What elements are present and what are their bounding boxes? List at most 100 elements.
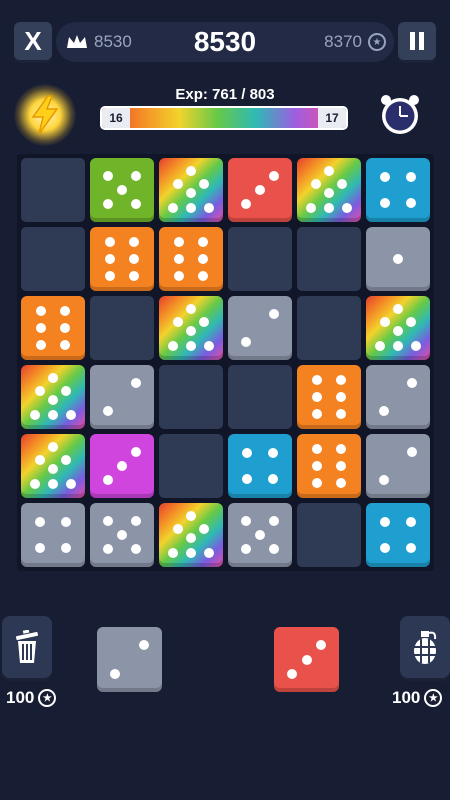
coin-icon: ★	[368, 33, 386, 51]
pause-button[interactable]	[398, 22, 436, 60]
board-cell-empty[interactable]	[159, 365, 223, 429]
die-6[interactable]	[297, 365, 361, 429]
die-pip	[35, 385, 46, 396]
die-pip	[128, 270, 139, 281]
board-cell-empty[interactable]	[297, 227, 361, 291]
die-4[interactable]	[366, 158, 430, 222]
die-pip	[131, 446, 142, 457]
die-pip	[35, 517, 46, 528]
alarm-clock-icon[interactable]	[378, 92, 422, 136]
die-pip	[131, 377, 142, 388]
die-6[interactable]	[21, 296, 85, 360]
die-pip	[48, 478, 58, 489]
die-pip	[312, 444, 323, 455]
die-pip	[198, 178, 209, 189]
board-cell-empty[interactable]	[297, 296, 361, 360]
die-7[interactable]	[159, 158, 223, 222]
pause-icon	[410, 32, 424, 50]
lightning-bolt-shape	[31, 95, 59, 135]
board-cell-empty[interactable]	[228, 365, 292, 429]
exp-label: Exp: 761 / 803	[175, 86, 275, 103]
die-pip	[65, 478, 76, 489]
die-4[interactable]	[366, 503, 430, 567]
die-pip	[105, 237, 116, 248]
die-pip	[242, 448, 253, 459]
die-2[interactable]	[366, 434, 430, 498]
die-pip	[375, 340, 386, 351]
die-6[interactable]	[90, 227, 154, 291]
die-2[interactable]	[366, 365, 430, 429]
board-cell-empty[interactable]	[297, 503, 361, 567]
die-4[interactable]	[228, 434, 292, 498]
die-2[interactable]	[90, 365, 154, 429]
die-pip	[405, 316, 416, 327]
die-3[interactable]	[228, 158, 292, 222]
die-5[interactable]	[90, 503, 154, 567]
die-pip	[131, 199, 142, 210]
trash-button[interactable]	[2, 616, 52, 678]
die-6[interactable]	[159, 227, 223, 291]
die-7[interactable]	[159, 296, 223, 360]
die-6[interactable]	[297, 434, 361, 498]
die-pip	[197, 254, 208, 264]
close-button[interactable]: X	[14, 22, 52, 60]
board-cell-empty[interactable]	[21, 158, 85, 222]
die-pip	[380, 517, 391, 528]
coin-balance-value: 8370	[324, 32, 362, 51]
die-7[interactable]	[21, 434, 85, 498]
die-pip	[311, 178, 322, 189]
die-pip	[335, 392, 346, 402]
board-cell-empty[interactable]	[21, 227, 85, 291]
die-3[interactable]	[90, 434, 154, 498]
die-pip	[174, 254, 185, 264]
die-1[interactable]	[366, 227, 430, 291]
die-pip	[301, 654, 312, 665]
die-pip	[312, 477, 323, 488]
die-pip	[203, 340, 214, 351]
next-die-1[interactable]	[97, 627, 162, 692]
die-pip	[35, 454, 46, 465]
die-pip	[186, 547, 196, 558]
die-pip	[117, 185, 127, 195]
die-pip	[48, 395, 58, 406]
die-pip	[102, 170, 113, 181]
die-pip	[30, 478, 41, 489]
die-7[interactable]	[297, 158, 361, 222]
die-2[interactable]	[228, 296, 292, 360]
die-pip	[240, 544, 251, 555]
die-pip	[203, 202, 214, 213]
die-pip	[269, 544, 280, 555]
die-pip	[378, 406, 389, 417]
die-4[interactable]	[21, 503, 85, 567]
die-pip	[65, 409, 76, 420]
die-pip	[393, 254, 403, 264]
die-pip	[168, 202, 179, 213]
coin-balance: 8370 ★	[324, 22, 386, 62]
die-5[interactable]	[228, 503, 292, 567]
game-board	[17, 154, 434, 571]
die-7[interactable]	[21, 365, 85, 429]
board-cell-empty[interactable]	[228, 227, 292, 291]
board-cell-empty[interactable]	[90, 296, 154, 360]
die-7[interactable]	[366, 296, 430, 360]
die-pip	[324, 188, 334, 199]
die-pip	[198, 523, 209, 534]
die-pip	[312, 392, 323, 402]
die-pip	[312, 461, 323, 471]
exp-progress-fill	[102, 108, 334, 128]
die-pip	[380, 542, 391, 553]
score-bar: 8530 8530 8370 ★	[56, 22, 394, 62]
next-die-2[interactable]	[274, 627, 339, 692]
die-pip	[306, 202, 317, 213]
die-pip	[315, 640, 326, 651]
die-pip	[186, 303, 196, 314]
die-pip	[138, 640, 149, 651]
die-pip	[48, 441, 58, 452]
board-cell-empty[interactable]	[159, 434, 223, 498]
die-7[interactable]	[159, 503, 223, 567]
lightning-bolt-icon[interactable]	[14, 84, 76, 146]
bomb-button[interactable]	[400, 616, 450, 678]
die-pip	[131, 170, 142, 181]
exp-progress-bar: 16 17	[100, 106, 348, 130]
die-5[interactable]	[90, 158, 154, 222]
